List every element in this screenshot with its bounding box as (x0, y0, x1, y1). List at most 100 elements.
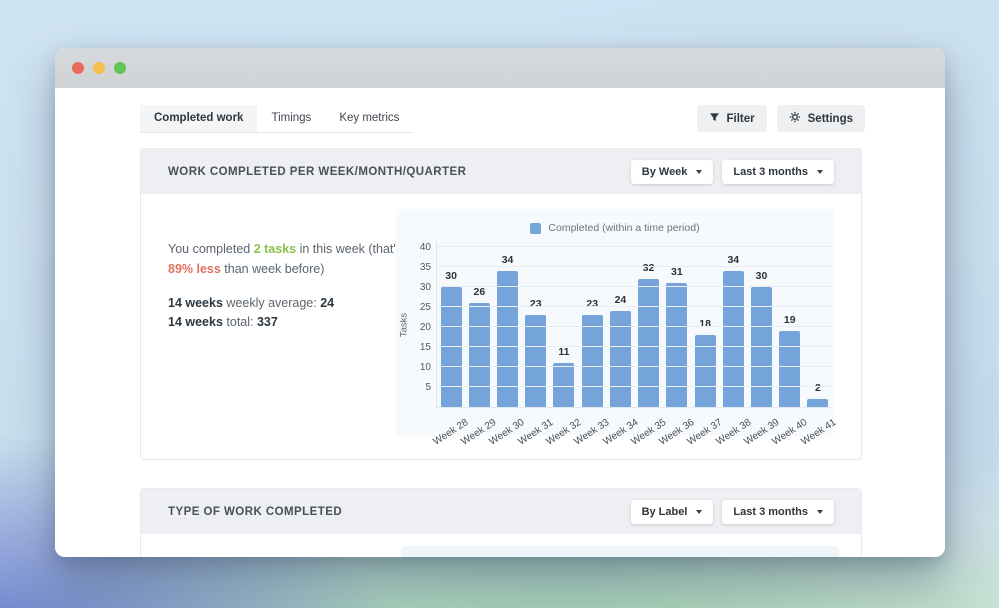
x-label-column: Week 39 (742, 408, 781, 450)
x-label-column: Week 35 (629, 408, 668, 450)
summary-middle: in this week (that's (296, 242, 403, 256)
y-tick-label: 10 (419, 362, 431, 373)
y-tick-label: 5 (425, 382, 431, 393)
filter-button[interactable]: Filter (696, 105, 767, 132)
y-tick-label: 25 (419, 302, 431, 313)
x-tick-label: Week 41 (798, 417, 838, 448)
work-completed-card-body: You completed 2 tasks in this week (that… (141, 194, 861, 459)
window-body: Completed work Timings Key metrics Filte… (55, 88, 945, 557)
y-axis-ticks: 5 10 15 20 25 30 35 40 (412, 242, 436, 408)
bar[interactable] (807, 399, 829, 407)
gridline (437, 306, 832, 307)
chevron-down-icon (696, 169, 703, 174)
bar-value-label: 23 (529, 298, 542, 310)
close-window-button[interactable] (72, 62, 84, 74)
window-titlebar (55, 48, 945, 88)
x-label-column: Week 38 (714, 408, 753, 450)
chevron-down-icon (817, 169, 823, 174)
period-dropdown-value: Last 3 months (733, 165, 808, 178)
stat-value: 24 (320, 296, 335, 310)
label-group-dropdown[interactable]: By Label (630, 499, 714, 524)
delta-highlight: 89% less (168, 262, 221, 276)
bar[interactable] (638, 279, 660, 407)
y-tick-label: 40 (419, 242, 431, 253)
gridline (437, 326, 832, 327)
stat-text: total: (222, 315, 257, 329)
bar-value-label: 34 (501, 254, 514, 266)
tasks-count-highlight: 2 tasks (253, 242, 297, 256)
bar-value-label: 23 (586, 298, 599, 310)
type-period-dropdown-value: Last 3 months (733, 505, 808, 518)
bar[interactable] (553, 363, 575, 407)
bar-value-label: 34 (727, 254, 740, 266)
plot-area: 30 26 34 23 11 23 24 32 31 18 34 30 19 2 (436, 242, 832, 408)
x-label-column: Week 33 (573, 408, 612, 450)
bar-value-label: 32 (642, 262, 655, 274)
settings-button-label: Settings (807, 112, 853, 125)
gridline (437, 366, 832, 367)
tab-completed-work[interactable]: Completed work (140, 105, 258, 132)
top-bar: Completed work Timings Key metrics Filte… (140, 105, 865, 133)
plot-column: 30 26 34 23 11 23 24 32 31 18 34 30 19 2 Week 28 Week … (431, 242, 838, 450)
y-axis-label: Tasks (398, 312, 410, 338)
label-group-dropdown-value: By Label (641, 505, 688, 518)
bar-value-label: 30 (755, 270, 768, 282)
filter-button-label: Filter (726, 112, 755, 125)
y-tick-label: 35 (419, 262, 431, 273)
type-of-work-card-title: TYPE OF WORK COMPLETED (168, 505, 343, 518)
minimize-window-button[interactable] (93, 62, 105, 74)
bar[interactable] (440, 287, 462, 407)
bar[interactable] (468, 303, 490, 407)
bar[interactable] (581, 315, 603, 407)
zoom-window-button[interactable] (114, 62, 126, 74)
stat-value: 337 (256, 315, 278, 329)
gridline (437, 266, 832, 267)
bar-value-label: 30 (445, 270, 457, 282)
bar-value-label: 11 (558, 346, 570, 358)
bar[interactable] (525, 315, 547, 407)
bar-value-label: 19 (783, 314, 796, 326)
work-completed-card-title: WORK COMPLETED PER WEEK/MONTH/QUARTER (168, 165, 467, 178)
bar[interactable] (751, 287, 773, 407)
y-tick-label: 20 (419, 322, 431, 333)
stat-label: 14 weeks (168, 296, 223, 310)
desktop-background: Completed work Timings Key metrics Filte… (0, 0, 999, 608)
chart-area: Tasks 5 10 15 20 25 30 35 40 30 26 34 23 11 23 24 32 31… (396, 242, 838, 450)
tab-timings[interactable]: Timings (257, 105, 325, 132)
gear-icon (789, 111, 801, 126)
group-by-dropdown[interactable]: By Week (630, 159, 714, 184)
gridline (437, 386, 832, 387)
tab-key-metrics[interactable]: Key metrics (325, 105, 413, 132)
y-tick-label: 30 (419, 282, 431, 293)
type-period-dropdown[interactable]: Last 3 months (722, 499, 834, 524)
summary-suffix: than week before) (220, 262, 325, 276)
bar-value-label: 24 (614, 294, 627, 306)
y-axis-label-column: Tasks (396, 242, 412, 408)
period-dropdown[interactable]: Last 3 months (722, 159, 834, 184)
chart-legend: Completed (within a time period) (396, 209, 834, 234)
gridline (437, 346, 832, 347)
type-card-controls: By Label Last 3 months (630, 499, 834, 524)
type-of-work-card-body (141, 534, 861, 557)
x-label-column: Week 31 (516, 408, 555, 450)
completion-summary: You completed 2 tasks in this week (that… (168, 239, 408, 332)
x-label-column: Week 32 (544, 408, 583, 450)
legend-label: Completed (within a time period) (548, 222, 700, 234)
settings-button[interactable]: Settings (776, 105, 865, 132)
bar[interactable] (779, 331, 801, 407)
work-card-controls: By Week Last 3 months (630, 159, 834, 184)
x-label-column: Week 28 (431, 408, 470, 450)
bar-value-label: 31 (671, 266, 683, 278)
chevron-down-icon (696, 509, 703, 514)
type-of-work-card-header: TYPE OF WORK COMPLETED By Label Last 3 m… (141, 489, 861, 534)
legend-swatch-icon (530, 222, 542, 234)
x-label-column: Week 30 (488, 408, 527, 450)
weekly-bar-chart: Completed (within a time period) Tasks 5… (396, 209, 838, 448)
bar[interactable] (666, 283, 688, 407)
toolbar: Filter Settings (696, 105, 865, 132)
x-axis-labels: Week 28 Week 29 Week 30 Week 31 Week 32 Week … (431, 408, 838, 450)
summary-sentence: You completed 2 tasks in this week (that… (168, 239, 408, 279)
x-label-column: Week 36 (657, 408, 696, 450)
x-label-column: Week 41 (799, 408, 838, 450)
bar-value-label: 26 (473, 286, 486, 298)
